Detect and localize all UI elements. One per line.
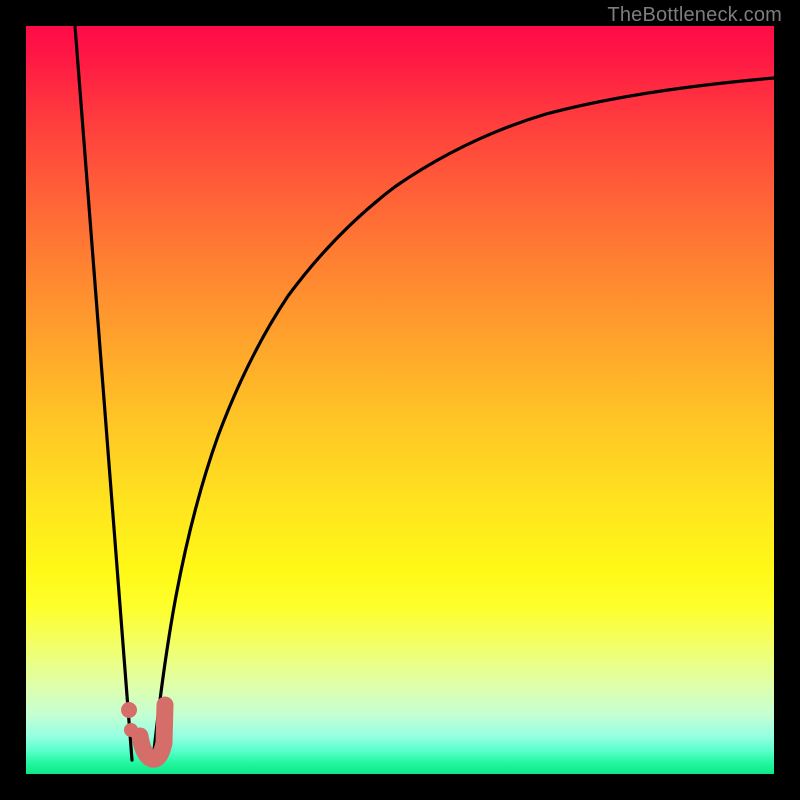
marker-dot-1: [121, 702, 137, 718]
marker-dot-2: [124, 723, 138, 737]
curves-layer: [26, 26, 774, 774]
outer-frame: TheBottleneck.com: [0, 0, 800, 800]
curve-right-ascent: [153, 78, 774, 760]
watermark-label: TheBottleneck.com: [607, 4, 782, 27]
curve-left-descent: [75, 26, 132, 760]
plot-area: [26, 26, 774, 774]
marker-j-stroke: [140, 705, 165, 759]
